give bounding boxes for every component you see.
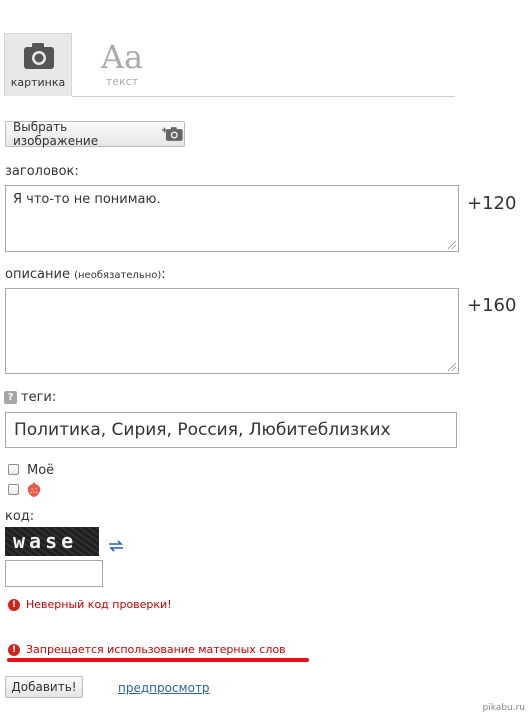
help-icon[interactable]: ? <box>4 391 17 404</box>
description-label-colon: : <box>161 267 166 282</box>
description-label: описание (необязательно): <box>5 267 166 282</box>
captcha-label: код: <box>5 509 35 524</box>
description-textarea[interactable] <box>5 288 459 374</box>
camera-icon <box>24 43 54 69</box>
watermark: pikabu.ru <box>482 703 525 713</box>
tags-label: теги: <box>21 390 57 405</box>
captcha-input[interactable] <box>5 560 103 587</box>
resize-handle[interactable] <box>448 363 456 371</box>
error-icon: ! <box>8 598 20 611</box>
error-text: Неверный код проверки! <box>26 598 172 611</box>
add-photo-icon <box>162 127 184 141</box>
error-icon: ! <box>8 643 20 656</box>
title-value: Я что-то не понимаю. <box>13 192 161 207</box>
tags-input[interactable]: Политика, Сирия, Россия, Любитеблизких <box>5 412 457 448</box>
strawberry-checkbox[interactable] <box>8 484 19 495</box>
tab-text[interactable]: Aa текст <box>92 38 152 94</box>
tab-text-label: текст <box>105 75 139 88</box>
error-message: ! Неверный код проверки! <box>8 598 172 611</box>
submit-button[interactable]: Добавить! <box>5 676 83 698</box>
choose-image-label: Выбрать изображение <box>13 120 99 148</box>
tab-picture-label: картинка <box>10 76 66 89</box>
strawberry-icon <box>27 481 41 497</box>
tab-picture[interactable]: картинка <box>4 33 72 96</box>
title-char-counter: +120 <box>467 193 517 214</box>
mine-label: Моё <box>27 463 55 478</box>
choose-image-button[interactable]: Выбрать изображение <box>5 120 185 148</box>
error-message: ! Запрещается использование матерных сло… <box>8 643 286 656</box>
error-text: Запрещается использование матерных слов <box>26 643 286 656</box>
description-hint: (необязательно) <box>74 270 162 281</box>
description-char-counter: +160 <box>467 295 517 316</box>
preview-link[interactable]: предпросмотр <box>118 681 210 695</box>
text-format-icon: Aa <box>100 38 144 76</box>
highlight-underline <box>7 658 309 662</box>
description-label-text: описание <box>5 267 70 282</box>
tab-divider <box>72 96 455 97</box>
title-label: заголовок: <box>5 164 79 179</box>
mine-checkbox[interactable] <box>8 464 19 475</box>
resize-handle[interactable] <box>448 241 456 249</box>
refresh-icon[interactable] <box>107 540 125 552</box>
captcha-image: wase <box>5 527 99 556</box>
title-textarea[interactable]: Я что-то не понимаю. <box>5 185 459 252</box>
